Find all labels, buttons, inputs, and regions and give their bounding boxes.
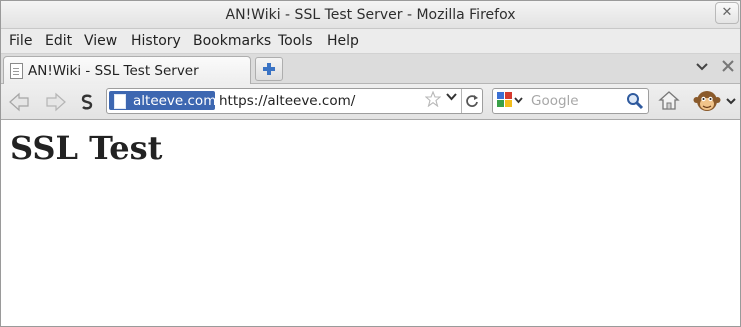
reload-button[interactable] <box>461 89 482 113</box>
new-tab-icon <box>263 63 275 75</box>
forward-arrow-icon <box>46 92 66 112</box>
url-text[interactable]: https://alteeve.com/ <box>219 93 355 109</box>
page-content: SSL Test <box>1 120 740 326</box>
page-heading: SSL Test <box>10 129 163 167</box>
tab-label: AN!Wiki - SSL Test Server <box>28 63 199 79</box>
site-favicon <box>114 94 126 109</box>
menu-bar: File Edit View History Bookmarks Tools H… <box>1 29 740 54</box>
s-addon-icon <box>81 94 93 110</box>
menu-history[interactable]: History <box>131 33 181 49</box>
home-button[interactable] <box>658 90 680 110</box>
menu-tools[interactable]: Tools <box>278 33 313 49</box>
close-tab-button[interactable] <box>722 60 734 76</box>
navigation-toolbar: alteeve.com https://alteeve.com/ Google <box>1 84 740 120</box>
url-history-dropdown[interactable] <box>446 92 457 105</box>
s-addon-button[interactable] <box>77 92 99 112</box>
site-identity-button[interactable]: alteeve.com <box>109 91 217 110</box>
close-window-button[interactable]: ✕ <box>715 2 739 24</box>
url-bar[interactable]: alteeve.com https://alteeve.com/ <box>106 88 483 114</box>
menu-file[interactable]: File <box>9 33 32 49</box>
tab-list-button[interactable] <box>696 60 708 76</box>
forward-button[interactable] <box>45 92 67 112</box>
menu-bookmarks[interactable]: Bookmarks <box>193 33 271 49</box>
browser-window: AN!Wiki - SSL Test Server - Mozilla Fire… <box>0 0 741 327</box>
monkey-addon-button[interactable] <box>693 89 737 111</box>
bookmark-star-button[interactable] <box>424 90 442 111</box>
new-tab-button[interactable] <box>255 57 283 81</box>
search-input[interactable]: Google <box>531 93 579 109</box>
menu-edit[interactable]: Edit <box>45 33 72 49</box>
tab-active[interactable]: AN!Wiki - SSL Test Server <box>3 56 251 84</box>
search-engine-button[interactable] <box>497 92 523 108</box>
search-go-button[interactable] <box>626 92 644 110</box>
title-bar: AN!Wiki - SSL Test Server - Mozilla Fire… <box>1 1 740 29</box>
menu-help[interactable]: Help <box>327 33 359 49</box>
menu-view[interactable]: View <box>84 33 117 49</box>
close-icon: ✕ <box>721 5 733 20</box>
tab-list-chevron-icon <box>696 63 708 71</box>
magnifier-icon <box>627 93 644 110</box>
home-icon <box>658 91 680 110</box>
back-arrow-icon <box>9 92 29 112</box>
page-favicon <box>10 63 23 79</box>
close-tab-icon <box>722 60 734 72</box>
google-icon <box>497 92 523 107</box>
reload-icon <box>466 95 478 107</box>
window-title: AN!Wiki - SSL Test Server - Mozilla Fire… <box>225 7 516 23</box>
chevron-down-icon <box>446 93 457 101</box>
site-identity-label: alteeve.com <box>133 93 217 109</box>
tab-strip: AN!Wiki - SSL Test Server <box>1 54 740 84</box>
bookmark-star-icon <box>424 90 442 108</box>
monkey-addon-icon <box>693 91 736 111</box>
back-button[interactable] <box>8 92 30 112</box>
search-bar[interactable]: Google <box>492 88 649 114</box>
